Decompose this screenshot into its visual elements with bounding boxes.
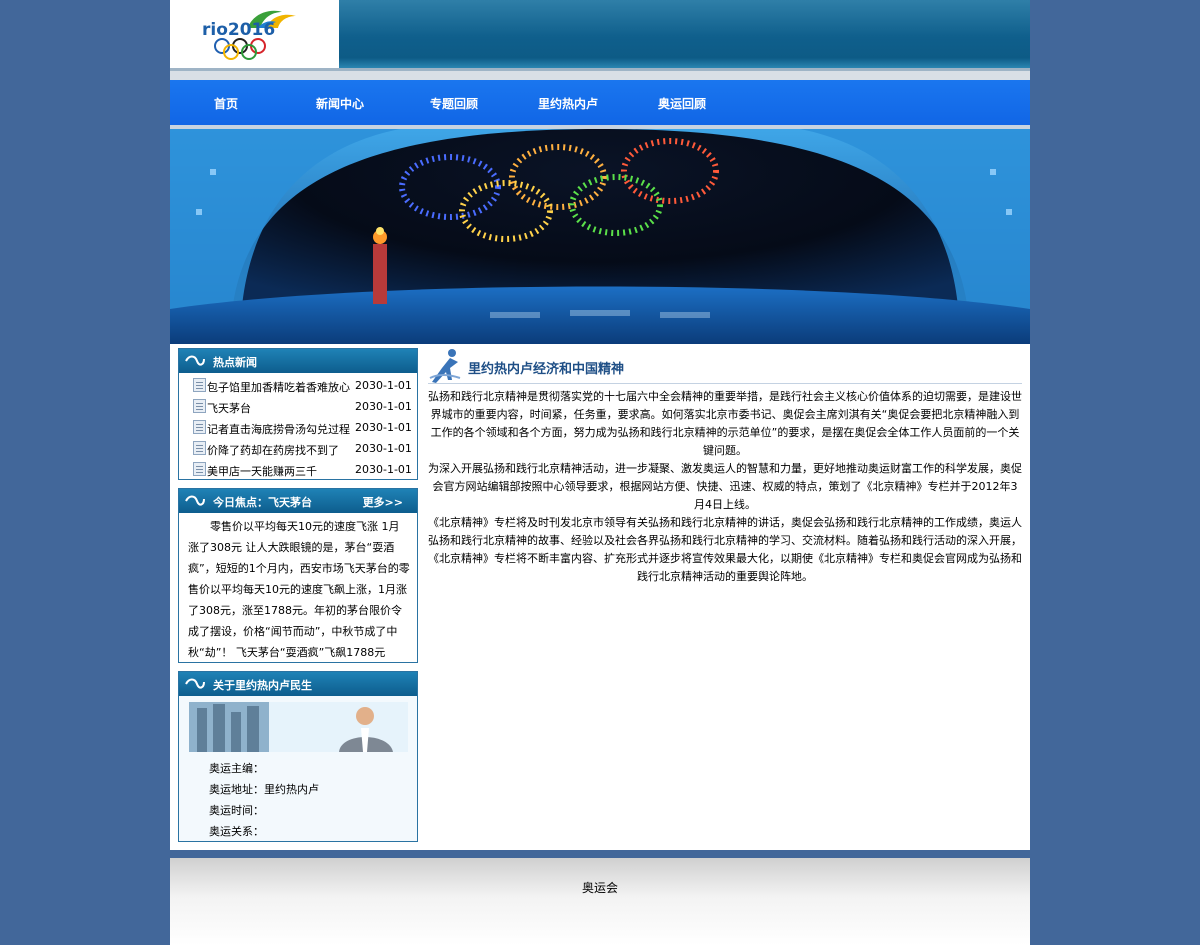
document-icon	[193, 399, 206, 413]
about-time: 奥运时间：	[209, 804, 264, 817]
olympic-rings-icon	[214, 38, 266, 60]
focus-text: 零售价以平均每天10元的速度飞涨 1月涨了308元 让人大跌眼镜的是，茅台“耍酒…	[188, 520, 410, 659]
news-title[interactable]: 记者直击海底捞骨汤勾兑过程	[207, 421, 350, 437]
document-icon	[193, 378, 206, 392]
document-icon	[193, 462, 206, 476]
runner-icon	[429, 349, 461, 383]
news-title[interactable]: 美甲店一天能赚两三千	[207, 463, 317, 479]
hot-news-header: 热点新闻	[179, 349, 417, 373]
logo[interactable]: rio2016	[170, 0, 339, 68]
hot-news-box: 热点新闻 包子馅里加香精吃着香难放心 2030-1-01 飞天茅台 2030-1…	[178, 348, 418, 480]
content-area: 热点新闻 包子馅里加香精吃着香难放心 2030-1-01 飞天茅台 2030-1…	[170, 344, 1030, 850]
about-contact: 奥运关系：	[209, 825, 264, 838]
about-editor: 奥运主编：	[209, 762, 264, 775]
article-paragraph: 《北京精神》专栏将及时刊发北京市领导有关弘扬和践行北京精神的讲话，奥促会弘扬和践…	[428, 516, 1022, 583]
news-date: 2030-1-01	[355, 400, 412, 413]
news-item[interactable]: 包子馅里加香精吃着香难放心 2030-1-01	[179, 375, 417, 396]
more-link[interactable]: 更多>>	[363, 494, 403, 510]
document-icon	[193, 441, 206, 455]
article-divider	[428, 383, 1022, 384]
footer-divider	[170, 850, 1030, 858]
about-header: 关于里约热内卢民生	[179, 672, 417, 696]
news-date: 2030-1-01	[355, 421, 412, 434]
about-address: 奥运地址：里约热内卢	[209, 783, 319, 796]
news-item[interactable]: 美甲店一天能赚两三千 2030-1-01	[179, 459, 417, 480]
news-title[interactable]: 价降了药却在药房找不到了	[207, 442, 339, 458]
news-date: 2030-1-01	[355, 442, 412, 455]
focus-header: 今日焦点：飞天茅台 更多>>	[179, 489, 417, 513]
about-title: 关于里约热内卢民生	[213, 679, 312, 692]
logo-text: rio2016	[202, 20, 276, 40]
hot-news-title: 热点新闻	[213, 356, 257, 369]
news-date: 2030-1-01	[355, 379, 412, 392]
news-item[interactable]: 记者直击海底捞骨汤勾兑过程 2030-1-01	[179, 417, 417, 438]
news-date: 2030-1-01	[355, 463, 412, 476]
article-paragraph: 为深入开展弘扬和践行北京精神活动，进一步凝聚、激发奥运人的智慧和力量，更好地推动…	[428, 462, 1022, 511]
news-title[interactable]: 飞天茅台	[207, 400, 251, 416]
news-item[interactable]: 价降了药却在药房找不到了 2030-1-01	[179, 438, 417, 459]
main-nav: 首页 新闻中心 专题回顾 里约热内卢 奥运回顾	[170, 80, 1030, 125]
stadium-banner-image	[170, 129, 1030, 344]
nav-item-rio[interactable]: 里约热内卢	[538, 80, 598, 125]
focus-box: 今日焦点：飞天茅台 更多>> 零售价以平均每天10元的速度飞涨 1月涨了308元…	[178, 488, 418, 663]
header-stripe	[170, 68, 1030, 80]
news-item[interactable]: 飞天茅台 2030-1-01	[179, 396, 417, 417]
business-banner-image	[189, 702, 408, 752]
footer: 奥运会	[170, 858, 1030, 945]
article-title: 里约热内卢经济和中国精神	[468, 362, 625, 377]
news-title[interactable]: 包子馅里加香精吃着香难放心	[207, 379, 350, 395]
stadium-banner	[170, 129, 1030, 344]
about-box: 关于里约热内卢民生 奥运主编： 奥运地址：里约热内卢 奥运时间： 奥运关系：	[178, 671, 418, 842]
nav-item-topics[interactable]: 专题回顾	[430, 80, 478, 125]
footer-text: 奥运会	[581, 881, 618, 895]
nav-item-olympic-review[interactable]: 奥运回顾	[658, 80, 706, 125]
article-paragraph: 弘扬和践行北京精神是贯彻落实党的十七届六中全会精神的重要举措，是践行社会主义核心…	[428, 390, 1022, 457]
nav-item-home[interactable]: 首页	[214, 80, 238, 125]
nav-item-news[interactable]: 新闻中心	[316, 80, 364, 125]
section-icon	[185, 678, 205, 689]
focus-title: 今日焦点：飞天茅台	[213, 496, 312, 509]
header: rio2016	[170, 0, 1030, 68]
section-icon	[185, 495, 205, 506]
section-icon	[185, 355, 205, 366]
document-icon	[193, 420, 206, 434]
article-body: 弘扬和践行北京精神是贯彻落实党的十七届六中全会精神的重要举措，是践行社会主义核心…	[428, 388, 1022, 586]
